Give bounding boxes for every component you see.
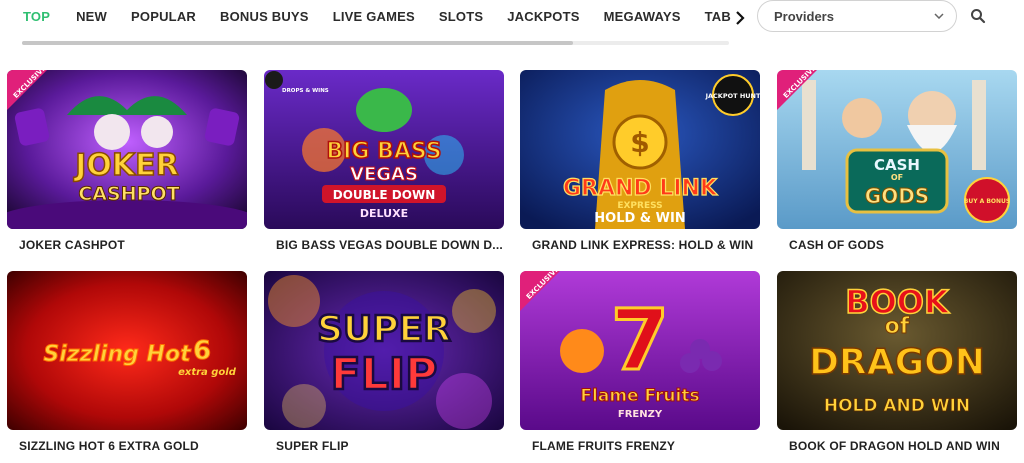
game-logo-line: DRAGON [809,342,985,383]
game-thumbnail[interactable]: EXCLUSIVE JOKER CASHPOT [7,70,247,229]
game-logo-line: BIG BASS [326,139,441,164]
game-logo-line: of [885,314,910,339]
game-logo-line: SUPER [317,309,451,350]
game-title[interactable]: BOOK OF DRAGON HOLD AND WIN [789,439,1000,453]
game-title[interactable]: JOKER CASHPOT [19,238,125,252]
game-logo-line: 6 [193,336,211,366]
game-logo-line: CASH [874,156,920,174]
game-title[interactable]: FLAME FRUITS FRENZY [532,439,675,453]
tab-new[interactable]: NEW [76,0,107,34]
game-logo-line: Flame Fruits [580,386,699,406]
game-thumbnail[interactable]: Sizzling Hot 6 extra gold [7,271,247,430]
game-logo-line: VEGAS [350,164,418,185]
game-logo-line: 7 [611,291,669,389]
tabs-scrollbar-thumb[interactable] [22,41,574,45]
tab-megaways[interactable]: MEGAWAYS [604,0,681,34]
game-logo-line: extra gold [178,367,237,378]
game-logo-line: CASHPOT [78,183,179,205]
tab-popular[interactable]: POPULAR [131,0,196,34]
game-title[interactable]: BIG BASS VEGAS DOUBLE DOWN D... [276,238,503,252]
game-logo-line: FRENZY [618,409,663,420]
chevron-right-icon [736,11,745,25]
game-thumbnail[interactable]: $ JACKPOT HUNT GRAND LINK EXPRESS HOLD &… [520,70,760,229]
tab-live-games[interactable]: LIVE GAMES [333,0,415,34]
game-title[interactable]: GRAND LINK EXPRESS: HOLD & WIN [532,238,753,252]
game-thumbnail[interactable]: SUPER FLIP [264,271,504,430]
providers-dropdown[interactable]: Providers [757,0,957,32]
game-logo-line: GRAND LINK [563,176,718,201]
tab-top[interactable]: TOP [23,0,50,34]
game-thumbnail[interactable]: BOOK of DRAGON HOLD AND WIN [777,271,1017,430]
category-bar: TOP NEW POPULAR BONUS BUYS LIVE GAMES SLOTS JA… [0,0,1024,50]
chevron-down-icon [934,13,944,19]
game-logo-line: OF [891,173,903,182]
tab-slots[interactable]: SLOTS [439,0,483,34]
game-logo-line: DOUBLE DOWN [333,188,436,202]
game-thumbnail[interactable]: DROPS & WINS BIG BASS VEGAS DOUBLE DOWN … [264,70,504,229]
game-logo-line: HOLD & WIN [594,211,685,226]
game-thumbnail[interactable]: EXCLUSIVE CASH OF GODS BUY A BONUS [777,70,1017,229]
tab-bonus-buys[interactable]: BONUS BUYS [220,0,309,34]
game-thumbnail[interactable]: EXCLUSIVE 7 Flame Fruits FRENZY [520,271,760,430]
category-tabs: TOP NEW POPULAR BONUS BUYS LIVE GAMES SLOTS JA… [10,0,745,36]
game-title[interactable]: SUPER FLIP [276,439,349,453]
providers-label: Providers [774,8,834,24]
search-icon[interactable] [970,8,986,24]
svg-text:$: $ [630,126,649,159]
game-logo-line: DELUXE [360,207,408,220]
game-logo-line: JOKER [73,148,179,183]
game-logo-line: GODS [865,184,929,208]
jackpot-hunt-badge: JACKPOT HUNT [705,92,760,100]
buy-bonus-badge: BUY A BONUS [964,198,1011,205]
game-logo-line: HOLD AND WIN [824,396,970,416]
tab-jackpots[interactable]: JACKPOTS [507,0,579,34]
game-logo-line: Sizzling Hot [43,342,192,367]
drops-wins-badge: DROPS & WINS [282,88,329,94]
game-logo-line: EXPRESS [617,201,662,211]
game-logo-line: FLIP [331,349,438,400]
game-title[interactable]: CASH OF GODS [789,238,884,252]
game-title[interactable]: SIZZLING HOT 6 EXTRA GOLD [19,439,199,453]
tabs-scroll-right-button[interactable] [731,6,749,30]
